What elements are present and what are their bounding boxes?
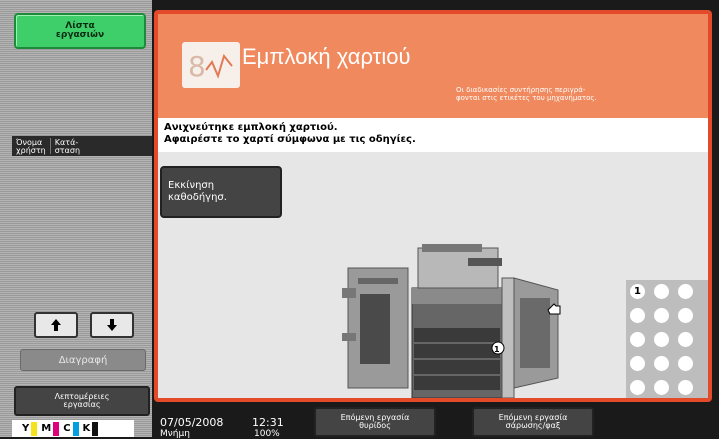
toner-magenta: M (41, 421, 60, 436)
job-details-label: Λεπτομέρειες εργασίας (54, 392, 110, 409)
svg-text:8: 8 (188, 50, 206, 83)
delete-label: Διαγραφή (58, 354, 108, 366)
toner-cyan: C (63, 421, 79, 436)
memory-value: 100% (254, 429, 280, 439)
column-user-name: Όνομα χρήστη (16, 138, 46, 155)
message-line-2: Αφαιρέστε το χαρτί σύμφωνα με τις οδηγίε… (164, 134, 416, 145)
next-job-door-button[interactable]: Επόμενη εργασία θυρίδος (314, 407, 436, 437)
job-list-button[interactable]: Λίστα εργασιών (14, 13, 146, 49)
status-bar: 07/05/2008 12:31 Μνήμη 100% Επόμενη εργα… (152, 402, 719, 439)
location-dot-1: 1 (630, 284, 645, 299)
illustration-area: Εκκίνηση καθοδήγησ. 1 1 (158, 152, 708, 398)
scroll-down-button[interactable] (90, 312, 134, 338)
next-job-scan-label: Επόμενη εργασία σάρωσης/φαξ (498, 413, 568, 430)
page-title: Εμπλοκή χαρτιού (242, 44, 411, 69)
job-list-label: Λίστα εργασιών (55, 21, 105, 40)
message-line-1: Ανιχνεύτηκε εμπλοκή χαρτιού. (164, 122, 338, 133)
hand-pointer-icon (547, 303, 561, 315)
maintenance-logo-icon: 8 (182, 42, 240, 88)
next-job-scan-button[interactable]: Επόμενη εργασία σάρωσης/φαξ (472, 407, 594, 437)
paper-jam-panel: 8 Εμπλοκή χαρτιού Οι διαδικασίες συντήρη… (154, 10, 712, 402)
job-details-button[interactable]: Λεπτομέρειες εργασίας (14, 386, 150, 416)
maintenance-note: Οι διαδικασίες συντήρησης περιγρά- φοντα… (456, 86, 597, 102)
printer-illustration (342, 244, 559, 398)
jam-message: Ανιχνεύτηκε εμπλοκή χαρτιού. Αφαιρέστε τ… (164, 118, 708, 152)
start-guidance-button[interactable]: Εκκίνηση καθοδήγησ. (160, 166, 282, 218)
time-display: 12:31 (252, 416, 284, 429)
jam-location-grid: 1 (626, 280, 708, 398)
scroll-up-button[interactable] (34, 312, 78, 338)
column-status: Κατά- σταση (54, 138, 81, 155)
device-marker: 1 (494, 345, 500, 354)
arrow-down-icon (107, 319, 117, 331)
toner-black: K (83, 421, 99, 436)
next-job-door-label: Επόμενη εργασία θυρίδος (340, 413, 410, 430)
delete-button[interactable]: Διαγραφή (20, 349, 146, 371)
start-guidance-label: Εκκίνηση καθοδήγησ. (168, 180, 227, 203)
job-list-header: Όνομα χρήστη Κατά- σταση (12, 136, 152, 156)
header-banner: 8 Εμπλοκή χαρτιού Οι διαδικασίες συντήρη… (158, 14, 708, 118)
left-sidebar: Λίστα εργασιών Όνομα χρήστη Κατά- σταση … (0, 0, 152, 437)
date-display: 07/05/2008 (160, 416, 224, 429)
toner-levels: Y M C K (12, 420, 134, 437)
arrow-up-icon (51, 319, 61, 331)
toner-yellow: Y (22, 421, 38, 436)
memory-label: Μνήμη (160, 429, 190, 439)
